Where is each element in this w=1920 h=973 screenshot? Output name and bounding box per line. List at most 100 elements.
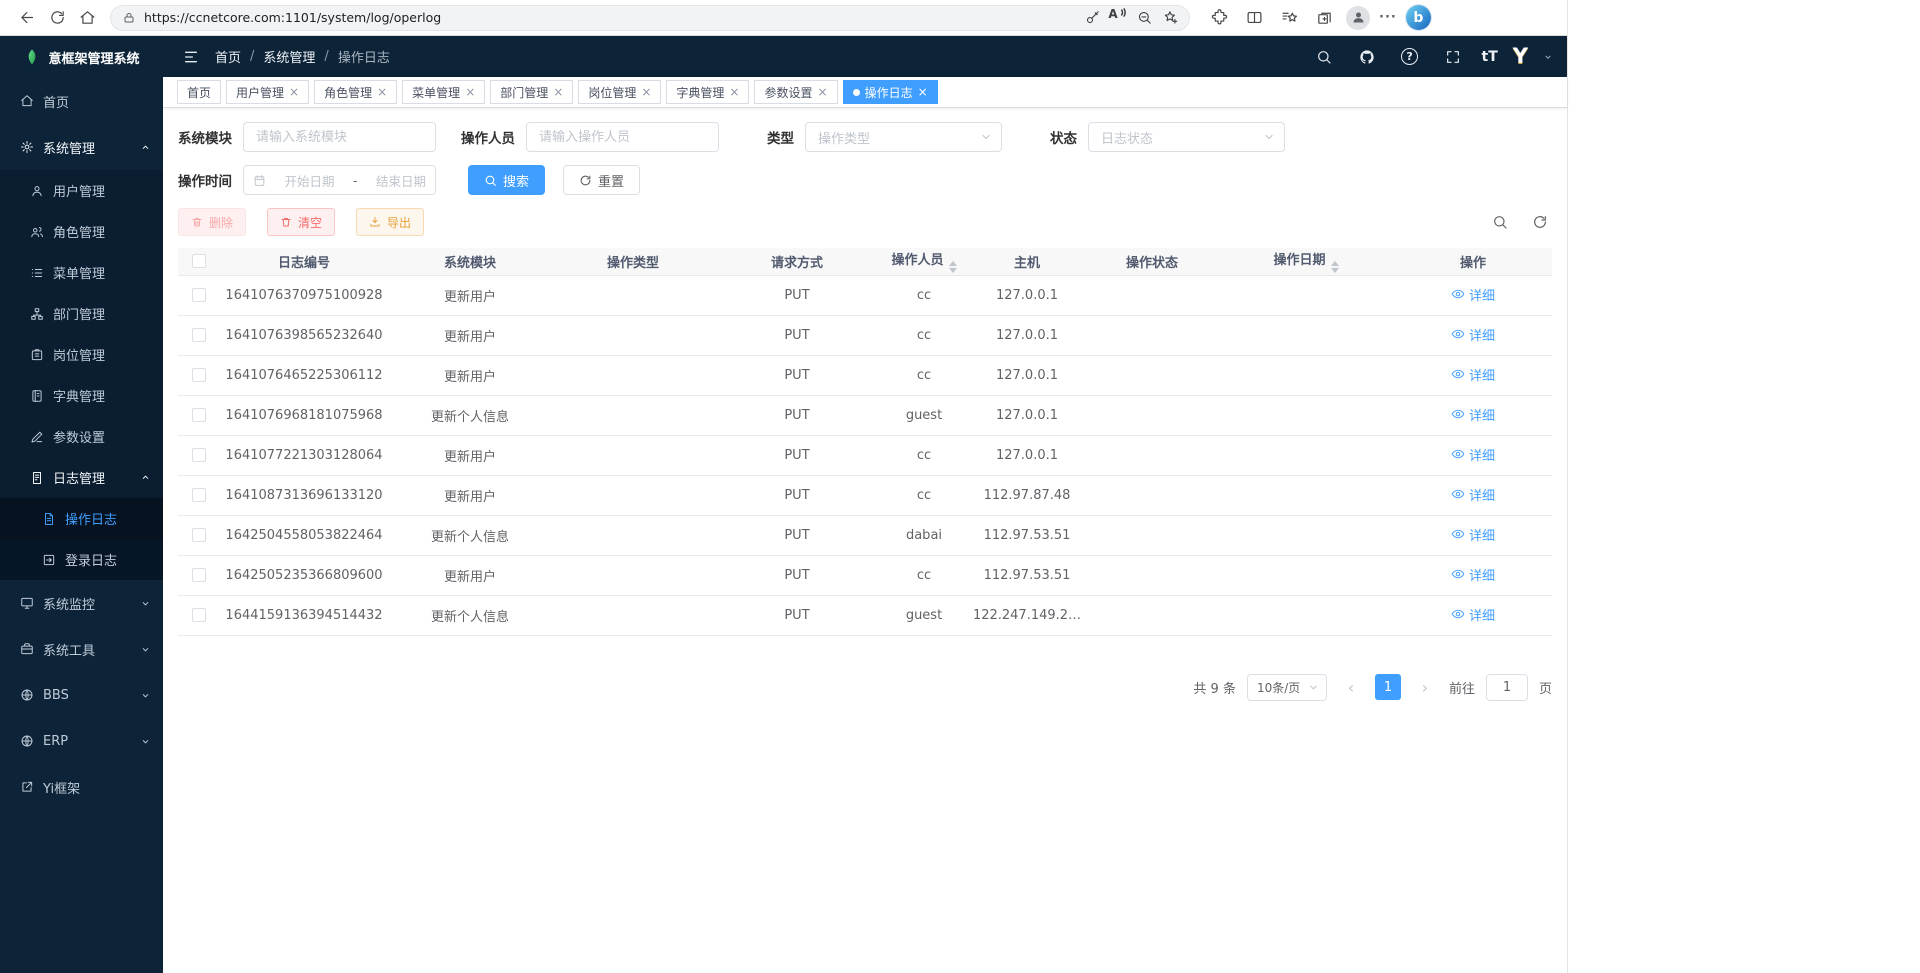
browser-refresh-button[interactable]	[42, 4, 72, 32]
close-icon[interactable]: ×	[818, 86, 828, 98]
help-icon[interactable]: ?	[1396, 43, 1424, 71]
toggle-search-icon[interactable]	[1492, 214, 1508, 230]
page-size-select[interactable]: 10条/页	[1247, 674, 1327, 701]
current-page-button[interactable]: 1	[1375, 674, 1401, 700]
sidebar-item-system-tools[interactable]: 系统工具	[0, 626, 163, 672]
clear-button[interactable]: 清空	[267, 208, 335, 236]
row-checkbox[interactable]	[192, 528, 206, 542]
row-checkbox[interactable]	[192, 568, 206, 582]
tab-user-management[interactable]: 用户管理×	[226, 80, 309, 104]
sidebar-item-param-settings[interactable]: 参数设置	[0, 416, 163, 457]
tab-param-settings[interactable]: 参数设置×	[754, 80, 837, 104]
close-icon[interactable]: ×	[465, 86, 475, 98]
read-aloud-icon[interactable]: A	[1105, 7, 1131, 29]
sidebar-item-post-management[interactable]: 岗位管理	[0, 334, 163, 375]
status-select[interactable]: 日志状态	[1088, 122, 1285, 152]
close-icon[interactable]: ×	[553, 86, 563, 98]
tab-home[interactable]: 首页	[177, 80, 221, 104]
extensions-icon[interactable]	[1206, 4, 1232, 32]
sidebar-item-dept-management[interactable]: 部门管理	[0, 293, 163, 334]
col-operator[interactable]: 操作人员	[880, 248, 968, 275]
collections-icon[interactable]	[1311, 4, 1337, 32]
sidebar-item-dict-management[interactable]: 字典管理	[0, 375, 163, 416]
sidebar-item-home[interactable]: 首页	[0, 78, 163, 124]
operator-input[interactable]	[526, 122, 719, 152]
sidebar-item-system-management[interactable]: 系统管理	[0, 124, 163, 170]
row-checkbox[interactable]	[192, 448, 206, 462]
tab-operation-log[interactable]: 操作日志×	[843, 80, 938, 104]
favorites-icon[interactable]	[1276, 4, 1302, 32]
detail-link[interactable]: 详细	[1451, 565, 1495, 584]
sidebar-item-system-monitor[interactable]: 系统监控	[0, 580, 163, 626]
detail-link[interactable]: 详细	[1451, 485, 1495, 504]
detail-link[interactable]: 详细	[1451, 285, 1495, 304]
select-all-checkbox[interactable]	[192, 254, 206, 268]
text-size-icon[interactable]: tT	[1482, 49, 1498, 65]
sidebar-item-role-management[interactable]: 角色管理	[0, 211, 163, 252]
module-input[interactable]	[243, 122, 436, 152]
row-checkbox[interactable]	[192, 608, 206, 622]
detail-link[interactable]: 详细	[1451, 605, 1495, 624]
address-bar[interactable]: https://ccnetcore.com:1101/system/log/op…	[110, 5, 1190, 31]
refresh-table-icon[interactable]	[1532, 214, 1548, 230]
page-unit-label: 页	[1539, 678, 1552, 697]
tab-menu-management[interactable]: 菜单管理×	[402, 80, 485, 104]
close-icon[interactable]: ×	[918, 86, 928, 98]
add-favorite-icon[interactable]	[1157, 7, 1183, 29]
sidebar-item-menu-management[interactable]: 菜单管理	[0, 252, 163, 293]
sort-icon[interactable]	[1331, 261, 1339, 273]
detail-link[interactable]: 详细	[1451, 365, 1495, 384]
prev-page-button[interactable]: ‹	[1338, 674, 1364, 700]
profile-avatar[interactable]	[1346, 6, 1370, 30]
detail-link[interactable]: 详细	[1451, 525, 1495, 544]
split-screen-icon[interactable]	[1241, 4, 1267, 32]
sort-icon[interactable]	[949, 261, 957, 273]
tab-dept-management[interactable]: 部门管理×	[490, 80, 573, 104]
row-checkbox[interactable]	[192, 288, 206, 302]
tab-dict-management[interactable]: 字典管理×	[666, 80, 749, 104]
more-menu-icon[interactable]: ···	[1379, 10, 1397, 25]
sidebar-item-erp[interactable]: ERP	[0, 718, 163, 764]
header-search-icon[interactable]	[1310, 43, 1338, 71]
password-key-icon[interactable]	[1079, 7, 1105, 29]
zoom-out-icon[interactable]	[1131, 7, 1157, 29]
user-logo[interactable]: Y	[1513, 46, 1528, 67]
breadcrumb-section[interactable]: 系统管理	[263, 47, 315, 66]
col-date[interactable]: 操作日期	[1218, 248, 1394, 275]
user-menu-caret-icon[interactable]	[1543, 52, 1553, 62]
sidebar-item-user-management[interactable]: 用户管理	[0, 170, 163, 211]
detail-link[interactable]: 详细	[1451, 405, 1495, 424]
row-checkbox[interactable]	[192, 488, 206, 502]
detail-link[interactable]: 详细	[1451, 325, 1495, 344]
detail-link[interactable]: 详细	[1451, 445, 1495, 464]
github-icon[interactable]	[1353, 43, 1381, 71]
close-icon[interactable]: ×	[289, 86, 299, 98]
breadcrumb-home[interactable]: 首页	[215, 47, 241, 66]
close-icon[interactable]: ×	[377, 86, 387, 98]
close-icon[interactable]: ×	[729, 86, 739, 98]
browser-home-button[interactable]	[72, 4, 102, 32]
next-page-button[interactable]: ›	[1412, 674, 1438, 700]
copilot-icon[interactable]: b	[1406, 5, 1431, 30]
sidebar-item-yi-framework[interactable]: Yi框架	[0, 764, 163, 810]
date-range-picker[interactable]: 开始日期 - 结束日期	[243, 165, 436, 195]
row-checkbox[interactable]	[192, 408, 206, 422]
row-checkbox[interactable]	[192, 328, 206, 342]
export-button[interactable]: 导出	[356, 208, 424, 236]
tab-post-management[interactable]: 岗位管理×	[578, 80, 661, 104]
row-checkbox[interactable]	[192, 368, 206, 382]
goto-page-input[interactable]	[1486, 674, 1528, 701]
sidebar-toggle-icon[interactable]	[177, 43, 205, 71]
type-select[interactable]: 操作类型	[805, 122, 1002, 152]
close-icon[interactable]: ×	[641, 86, 651, 98]
fullscreen-icon[interactable]	[1439, 43, 1467, 71]
sidebar-item-log-management[interactable]: 日志管理	[0, 457, 163, 498]
sidebar-item-login-log[interactable]: 登录日志	[0, 539, 163, 580]
tab-role-management[interactable]: 角色管理×	[314, 80, 397, 104]
sidebar-item-operation-log[interactable]: 操作日志	[0, 498, 163, 539]
browser-back-button[interactable]	[12, 4, 42, 32]
reset-button[interactable]: 重置	[563, 165, 640, 195]
sidebar-item-bbs[interactable]: BBS	[0, 672, 163, 718]
delete-button[interactable]: 删除	[178, 208, 246, 236]
search-button[interactable]: 搜索	[468, 165, 545, 195]
